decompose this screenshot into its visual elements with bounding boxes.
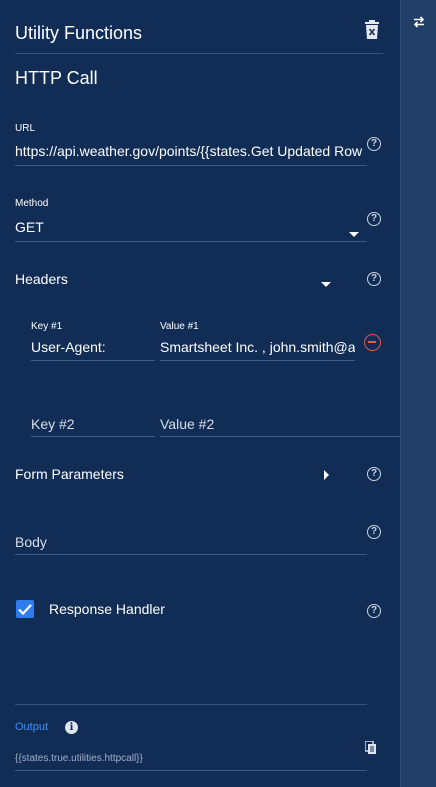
form-parameters-label[interactable]: Form Parameters [15, 466, 124, 482]
swap-arrows-icon[interactable] [401, 10, 436, 34]
method-label: Method [15, 198, 49, 209]
check-icon [18, 603, 32, 615]
header-divider [15, 53, 383, 54]
header-key-2-input[interactable]: Key #2 [31, 416, 75, 432]
body-underline [15, 554, 367, 555]
help-icon[interactable]: ? [367, 525, 381, 539]
remove-circle-icon[interactable] [364, 334, 381, 351]
header-value-2-input[interactable]: Value #2 [160, 416, 214, 432]
key-2-underline [31, 436, 155, 437]
output-divider [15, 704, 367, 705]
output-underline [15, 770, 367, 771]
info-icon[interactable]: i [65, 721, 78, 734]
header-key-1-input[interactable]: User-Agent: [31, 339, 151, 355]
headers-label[interactable]: Headers [15, 271, 68, 287]
help-icon[interactable]: ? [367, 137, 381, 151]
value-1-label: Value #1 [160, 321, 199, 332]
key-1-underline [31, 360, 155, 361]
caret-down-icon[interactable] [321, 275, 331, 293]
help-icon[interactable]: ? [367, 272, 381, 286]
key-1-label: Key #1 [31, 321, 63, 332]
url-label: URL [15, 123, 36, 134]
help-icon[interactable]: ? [367, 212, 381, 226]
value-1-underline [160, 360, 355, 361]
url-underline [15, 165, 367, 166]
value-2-underline [160, 436, 400, 437]
method-select[interactable]: GET [15, 219, 335, 235]
caret-right-icon[interactable] [324, 467, 330, 485]
copy-icon[interactable] [364, 740, 377, 760]
utility-functions-panel: Utility Functions HTTP Call URL https://… [0, 0, 400, 787]
panel-title: Utility Functions [15, 23, 143, 43]
response-handler-checkbox[interactable] [16, 600, 34, 618]
output-value: {{states.true.utilities.httpcall}} [15, 753, 143, 764]
body-input[interactable]: Body [15, 534, 47, 550]
url-input[interactable]: https://api.weather.gov/points/{{states.… [15, 143, 368, 159]
trash-icon[interactable] [364, 20, 380, 40]
header-value-1-input[interactable]: Smartsheet Inc. , john.smith@ac [160, 339, 355, 355]
response-handler-label: Response Handler [49, 601, 165, 617]
output-label: Output [15, 721, 49, 733]
section-title: HTTP Call [15, 68, 98, 88]
method-underline [15, 241, 367, 242]
help-icon[interactable]: ? [367, 604, 381, 618]
side-rail [400, 0, 436, 787]
help-icon[interactable]: ? [367, 467, 381, 481]
